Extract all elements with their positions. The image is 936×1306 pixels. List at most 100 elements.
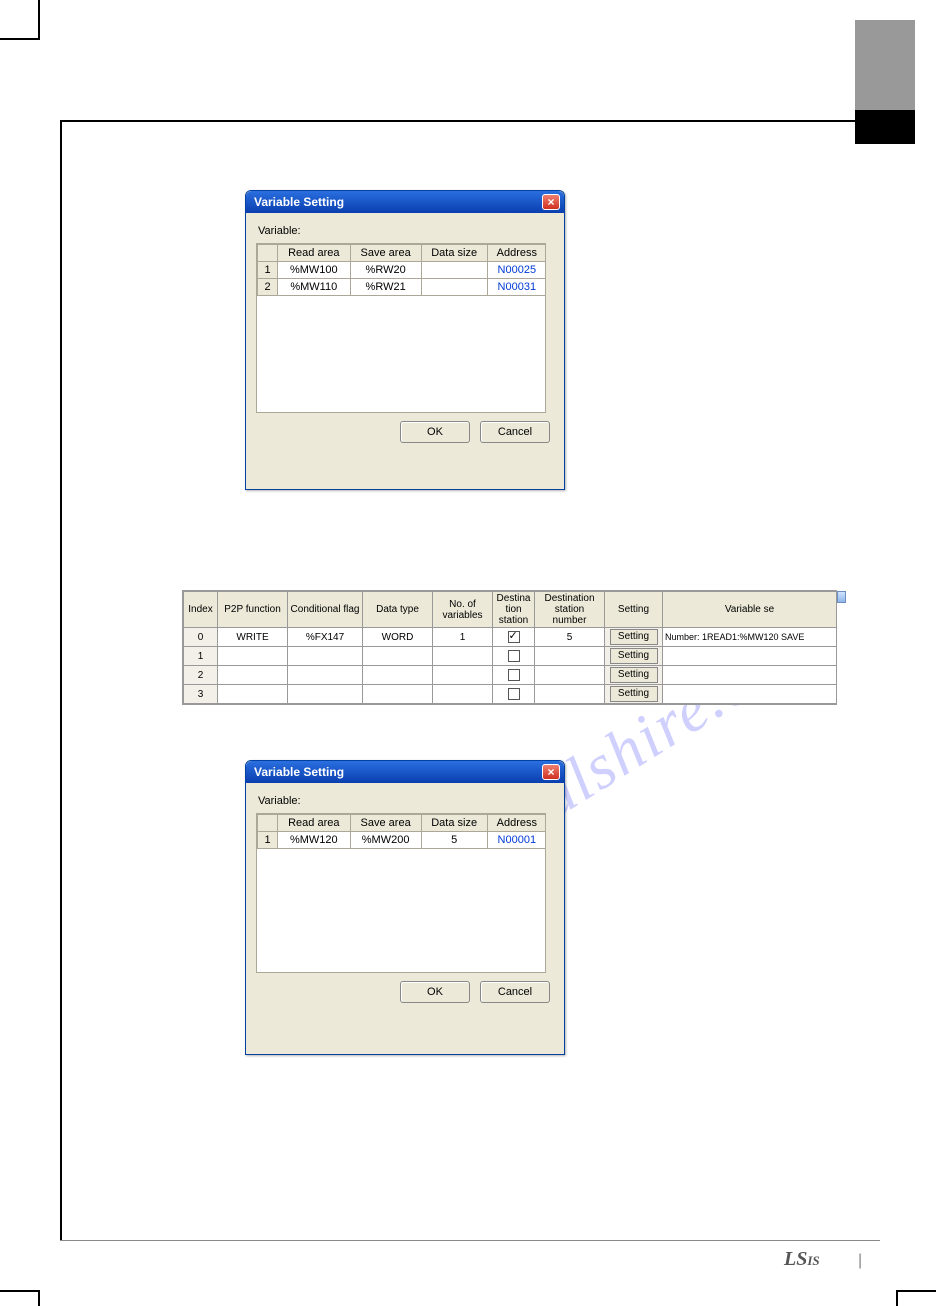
cell-func[interactable] [218,685,288,704]
cell-read[interactable]: %MW100 [278,262,351,279]
cell-setting: Setting [605,685,663,704]
col-size: Data size [421,815,487,832]
dialog2-variable-table: Read area Save area Data size Address 1 … [257,814,546,849]
cell-index: 1 [184,647,218,666]
col-varset: Variable se [663,592,837,628]
checkbox-icon[interactable] [508,669,520,681]
p2p-table-wrap: Index P2P function Conditional flag Data… [182,590,837,705]
cell-dtype[interactable] [363,666,433,685]
dialog1-title: Variable Setting [254,195,344,209]
setting-button[interactable]: Setting [610,648,658,664]
cell-size[interactable] [421,279,487,296]
col-read: Read area [278,245,351,262]
col-flag: Conditional flag [288,592,363,628]
ok-button[interactable]: OK [400,421,470,443]
cell-flag[interactable] [288,685,363,704]
checkbox-icon[interactable] [508,650,520,662]
cell-setting: Setting [605,647,663,666]
cell-save[interactable]: %RW20 [350,262,421,279]
cell-flag[interactable] [288,647,363,666]
cell-addr[interactable]: N00025 [487,262,546,279]
col-blank [258,245,278,262]
cancel-button[interactable]: Cancel [480,421,550,443]
row-num: 1 [258,832,278,849]
cell-dest[interactable] [493,647,535,666]
footer-logo: LSIS [784,1248,820,1271]
dialog1-titlebar[interactable]: Variable Setting × [246,191,564,213]
cell-varset[interactable] [663,685,837,704]
crop-mark-bl [0,1290,40,1306]
cancel-button[interactable]: Cancel [480,981,550,1003]
cell-dest[interactable] [493,666,535,685]
col-addr: Address [487,815,546,832]
col-func: P2P function [218,592,288,628]
cell-flag[interactable] [288,666,363,685]
row-num: 2 [258,279,278,296]
cell-index: 3 [184,685,218,704]
cell-addr[interactable]: N00001 [487,832,546,849]
cell-nvars[interactable] [433,685,493,704]
cell-destnum[interactable] [535,647,605,666]
cell-dest[interactable] [493,685,535,704]
col-save: Save area [350,245,421,262]
footer-divider [60,1240,880,1241]
cell-read[interactable]: %MW120 [278,832,351,849]
cell-setting: Setting [605,628,663,647]
cell-destnum[interactable] [535,685,605,704]
checkbox-icon[interactable] [508,688,520,700]
cell-func[interactable] [218,666,288,685]
cell-destnum[interactable]: 5 [535,628,605,647]
table-row: 2 Setting [184,666,837,685]
cell-func[interactable]: WRITE [218,628,288,647]
col-destnum: Destination station number [535,592,605,628]
crop-mark-br [896,1290,936,1306]
cell-nvars[interactable] [433,666,493,685]
close-icon[interactable]: × [542,764,560,780]
cell-addr[interactable]: N00031 [487,279,546,296]
col-dest: Destina tion station [493,592,535,628]
col-dtype: Data type [363,592,433,628]
cell-dtype[interactable] [363,685,433,704]
cell-index: 2 [184,666,218,685]
cell-save[interactable]: %RW21 [350,279,421,296]
dialog1-table-area: Read area Save area Data size Address 1 … [256,243,546,413]
cell-nvars[interactable] [433,647,493,666]
cell-flag[interactable]: %FX147 [288,628,363,647]
table-row[interactable]: 1 %MW100 %RW20 N00025 [258,262,547,279]
col-save: Save area [350,815,421,832]
setting-button[interactable]: Setting [610,629,658,645]
col-setting: Setting [605,592,663,628]
setting-button[interactable]: Setting [610,667,658,683]
scroll-up-icon[interactable] [837,591,846,603]
cell-dtype[interactable]: WORD [363,628,433,647]
cell-varset[interactable] [663,666,837,685]
checkbox-icon[interactable] [508,631,520,643]
table-row[interactable]: 1 %MW120 %MW200 5 N00001 [258,832,547,849]
setting-button[interactable]: Setting [610,686,658,702]
cell-save[interactable]: %MW200 [350,832,421,849]
table-row: 3 Setting [184,685,837,704]
dialog2-table-area: Read area Save area Data size Address 1 … [256,813,546,973]
close-icon[interactable]: × [542,194,560,210]
cell-func[interactable] [218,647,288,666]
dialog2-title: Variable Setting [254,765,344,779]
cell-read[interactable]: %MW110 [278,279,351,296]
variable-setting-dialog-2: Variable Setting × Variable: Read area S… [245,760,565,1055]
col-nvars: No. of variables [433,592,493,628]
cell-varset[interactable]: Number: 1READ1:%MW120 SAVE [663,628,837,647]
cell-size[interactable] [421,262,487,279]
table-row[interactable]: 2 %MW110 %RW21 N00031 [258,279,547,296]
variable-label: Variable: [258,795,554,807]
cell-dest[interactable] [493,628,535,647]
cell-size[interactable]: 5 [421,832,487,849]
cell-setting: Setting [605,666,663,685]
cell-destnum[interactable] [535,666,605,685]
cell-index: 0 [184,628,218,647]
cell-dtype[interactable] [363,647,433,666]
ok-button[interactable]: OK [400,981,470,1003]
page-tab-gray [855,20,915,110]
cell-nvars[interactable]: 1 [433,628,493,647]
cell-varset[interactable] [663,647,837,666]
dialog2-titlebar[interactable]: Variable Setting × [246,761,564,783]
p2p-table: Index P2P function Conditional flag Data… [183,591,837,704]
